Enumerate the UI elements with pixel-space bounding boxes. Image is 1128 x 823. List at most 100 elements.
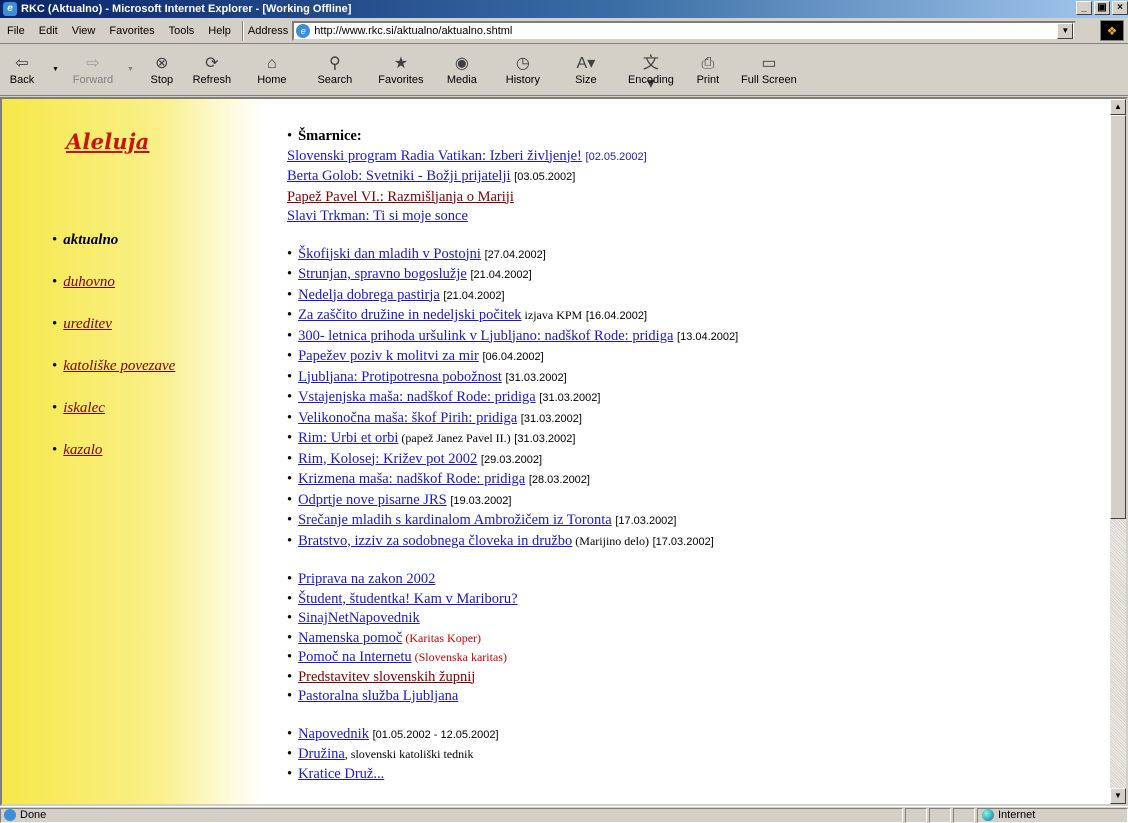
menu-tools[interactable]: Tools	[162, 25, 202, 37]
news-link[interactable]: Velikonočna maša: škof Pirih: pridiga	[298, 410, 517, 426]
address-bar[interactable]: e http://www.rkc.si/aktualno/aktualno.sh…	[292, 20, 1077, 41]
item-date: [31.03.2002]	[514, 433, 576, 445]
list-item: Bratstvo, izziv za sodobnega človeka in …	[287, 532, 1087, 553]
news-link[interactable]: Kratice Druž...	[298, 766, 384, 782]
home-button[interactable]: ⌂ Home	[242, 47, 302, 93]
status-bar: Done Internet	[0, 806, 1128, 823]
news-link[interactable]: Družina	[298, 746, 345, 762]
forward-button[interactable]: ⇨ Forward	[67, 47, 119, 93]
list-item: Papežev poziv k molitvi za mir [06.04.20…	[287, 347, 1087, 368]
list-item: Rim: Urbi et orbi (papež Janez Pavel II.…	[287, 429, 1087, 450]
print-button[interactable]: ⎙ Print	[686, 47, 730, 93]
stop-button[interactable]: ⊗ Stop	[142, 47, 182, 93]
menu-favorites[interactable]: Favorites	[102, 25, 161, 37]
title-bar: e RKC (Aktualno) - Microsoft Internet Ex…	[0, 0, 1128, 18]
size-button[interactable]: A▾ Size	[556, 47, 616, 93]
news-link[interactable]: Vstajenjska maša: nadškof Rode: pridiga	[298, 389, 536, 405]
site-title[interactable]: Aleluja	[66, 129, 149, 154]
news-link[interactable]: Slovenski program Radia Vatikan: Izberi …	[287, 148, 582, 164]
item-date: [31.03.2002]	[539, 392, 601, 404]
scroll-up-button[interactable]: ▲	[1110, 99, 1126, 115]
news-link[interactable]: Rim: Urbi et orbi	[298, 430, 398, 446]
favorites-icon: ★	[393, 54, 409, 72]
news-link[interactable]: Študent, študentka! Kam v Mariboru?	[298, 591, 517, 607]
fullscreen-button[interactable]: ▭ Full Screen	[730, 47, 808, 93]
back-dropdown[interactable]: ▼	[44, 47, 67, 93]
sidebar-link-kazalo[interactable]: kazalo	[63, 442, 102, 458]
search-button[interactable]: ⚲ Search	[302, 47, 368, 93]
encoding-button[interactable]: 文▾ Encoding	[616, 47, 686, 93]
forward-dropdown[interactable]: ▼	[119, 47, 142, 93]
news-link[interactable]: Srečanje mladih s kardinalom Ambrožičem …	[298, 512, 612, 528]
scroll-down-button[interactable]: ▼	[1110, 788, 1126, 804]
toolbar: ⇦ Back ▼ ⇨ Forward ▼ ⊗ Stop ⟳ Refresh ⌂ …	[0, 44, 1128, 96]
smarnice-heading: Šmarnice:	[287, 127, 1087, 147]
news-link[interactable]: Odprtje nove pisarne JRS	[298, 492, 447, 508]
item-date: [06.04.2002]	[482, 351, 544, 363]
news-link[interactable]: Pastoralna služba Ljubljana	[298, 688, 458, 704]
list-item: Škofijski dan mladih v Postojni [27.04.2…	[287, 245, 1087, 266]
sidebar-link-ureditev[interactable]: ureditev	[63, 316, 112, 332]
scroll-thumb[interactable]	[1110, 115, 1126, 519]
news-link[interactable]: Strunjan, spravno bogoslužje	[298, 266, 467, 282]
news-link[interactable]: Nedelja dobrega pastirja	[298, 287, 440, 303]
news-link[interactable]: Berta Golob: Svetniki - Božji prijatelji	[287, 168, 511, 184]
media-icon: ◉	[454, 54, 469, 72]
menu-edit[interactable]: Edit	[32, 25, 65, 37]
item-date: [02.05.2002]	[585, 150, 647, 163]
news-link[interactable]: Predstavitev slovenskih župnij	[298, 669, 475, 685]
news-link[interactable]: Krizmena maša: nadškof Rode: pridiga	[298, 471, 525, 487]
item-date: [01.05.2002 - 12.05.2002]	[372, 728, 499, 741]
news-link[interactable]: Ljubljana: Protipotresna pobožnost	[298, 369, 502, 385]
address-url[interactable]: http://www.rkc.si/aktualno/aktualno.shtm…	[314, 25, 1057, 37]
restore-button[interactable]: ▣	[1094, 1, 1110, 15]
vertical-scrollbar[interactable]: ▲ ▼	[1110, 99, 1126, 804]
news-link[interactable]: SinajNetNapovednik	[298, 610, 420, 626]
links-list: Priprava na zakon 2002 Študent, študentka…	[287, 570, 1087, 707]
back-button[interactable]: ⇦ Back	[0, 47, 44, 93]
sidebar-item-ureditev: ureditev	[52, 316, 175, 358]
history-button[interactable]: ◷ History	[490, 47, 556, 93]
menu-help[interactable]: Help	[201, 25, 238, 37]
sidebar-item-duhovno: duhovno	[52, 274, 175, 316]
stop-label: Stop	[150, 73, 174, 86]
item-source: (Karitas Koper)	[402, 630, 482, 645]
favorites-button[interactable]: ★ Favorites	[368, 47, 434, 93]
item-date: [29.03.2002]	[480, 453, 543, 466]
news-link[interactable]: Rim, Kolosej: Križev pot 2002	[298, 451, 477, 467]
item-date: [21.04.2002]	[443, 289, 505, 302]
news-link[interactable]: Priprava na zakon 2002	[298, 571, 435, 587]
news-link[interactable]: Za zaščito družine in nedeljski počitek	[298, 307, 521, 323]
news-link[interactable]: Papež Pavel VI.: Razmišljanja o Mariji	[287, 189, 514, 205]
item-date: [13.04.2002]	[677, 330, 739, 343]
menu-view[interactable]: View	[65, 25, 103, 37]
news-link[interactable]: Namenska pomoč	[298, 630, 402, 646]
sidebar-nav: aktualno duhovno ureditev katoliške pove…	[52, 232, 175, 484]
menu-file[interactable]: File	[0, 25, 32, 37]
news-link[interactable]: Bratstvo, izziv za sodobnega človeka in …	[298, 533, 572, 549]
news-link[interactable]: Slavi Trkman: Ti si moje sonce	[287, 208, 468, 224]
address-dropdown-button[interactable]: ▼	[1057, 22, 1074, 39]
list-item: Berta Golob: Svetniki - Božji prijatelji…	[287, 167, 1087, 188]
refresh-button[interactable]: ⟳ Refresh	[182, 47, 242, 93]
printer-icon: ⎙	[701, 54, 715, 72]
sidebar-link-iskalec[interactable]: iskalec	[63, 400, 105, 416]
fullscreen-icon: ▭	[761, 54, 777, 72]
list-item: Kratice Druž...	[287, 765, 1087, 785]
bottom-list: Napovednik [01.05.2002 - 12.05.2002] Druž…	[287, 725, 1087, 785]
news-link[interactable]: Pomoč na Internetu	[298, 649, 412, 665]
status-cell	[953, 807, 975, 823]
minimize-button[interactable]: _	[1076, 1, 1092, 15]
sidebar-item-katoliske-povezave: katoliške povezave	[52, 358, 175, 400]
home-label: Home	[257, 73, 287, 86]
sidebar-link-duhovno[interactable]: duhovno	[63, 274, 115, 290]
news-link[interactable]: Škofijski dan mladih v Postojni	[298, 246, 481, 262]
sidebar-link-katoliske-povezave[interactable]: katoliške povezave	[63, 358, 175, 374]
news-link[interactable]: 300- letnica prihoda uršulink v Ljubljan…	[298, 328, 673, 344]
media-button[interactable]: ◉ Media	[434, 47, 490, 93]
news-link[interactable]: Papežev poziv k molitvi za mir	[298, 348, 479, 364]
close-button[interactable]: ×	[1112, 1, 1128, 15]
news-link[interactable]: Napovednik	[298, 726, 369, 742]
history-label: History	[505, 73, 540, 86]
